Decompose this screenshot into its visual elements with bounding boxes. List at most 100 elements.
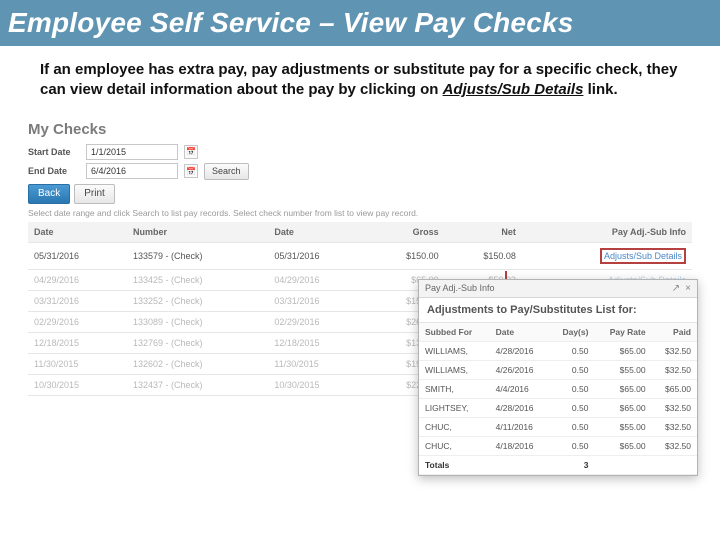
cell-date: 11/30/2015 — [28, 353, 127, 374]
cell-date: 04/29/2016 — [28, 269, 127, 290]
table-row: SMITH,4/4/20160.50$65.00$65.00 — [419, 379, 697, 398]
cell-number: 133425 - (Check) — [127, 269, 268, 290]
cell-date2: 05/31/2016 — [268, 242, 367, 269]
start-date-row: Start Date 📅 — [28, 144, 692, 160]
table-row: LIGHTSEY,4/28/20160.50$65.00$32.50 — [419, 398, 697, 417]
close-icon[interactable]: × — [685, 283, 691, 294]
cell-sub-date: 4/4/2016 — [490, 379, 549, 398]
table-row[interactable]: 05/31/2016133579 - (Check)05/31/2016$150… — [28, 242, 692, 269]
totals-label: Totals — [419, 455, 490, 474]
cell-paid: $32.50 — [652, 417, 697, 436]
substitutes-table: Subbed For Date Day(s) Pay Rate Paid WIL… — [419, 323, 697, 475]
cell-sub-date: 4/28/2016 — [490, 398, 549, 417]
cell-info: Adjusts/Sub Details — [522, 242, 692, 269]
popup-titlebar[interactable]: Pay Adj.-Sub Info ↗ × — [419, 280, 697, 298]
cell-rate: $65.00 — [594, 436, 651, 455]
cell-date2: 02/29/2016 — [268, 311, 367, 332]
col-number: Number — [127, 222, 268, 243]
totals-row: Totals 3 — [419, 455, 697, 474]
cell-paid: $32.50 — [652, 398, 697, 417]
table-row: WILLIAMS,4/28/20160.50$65.00$32.50 — [419, 341, 697, 360]
col-date2: Date — [268, 222, 367, 243]
col-rate: Pay Rate — [594, 323, 651, 342]
adjusts-sub-details-link[interactable]: Adjusts/Sub Details — [604, 251, 682, 261]
col-net: Net — [445, 222, 522, 243]
cell-sub-date: 4/11/2016 — [490, 417, 549, 436]
col-date: Date — [28, 222, 127, 243]
cell-number: 132769 - (Check) — [127, 332, 268, 353]
cell-number: 133579 - (Check) — [127, 242, 268, 269]
panel-heading: My Checks — [28, 121, 692, 138]
cell-date2: 11/30/2015 — [268, 353, 367, 374]
cell-sub-date: 4/18/2016 — [490, 436, 549, 455]
helper-text: Select date range and click Search to li… — [28, 208, 692, 218]
cell-rate: $55.00 — [594, 417, 651, 436]
cell-days: 0.50 — [549, 341, 594, 360]
cell-date: 12/18/2015 — [28, 332, 127, 353]
search-button[interactable]: Search — [204, 163, 249, 180]
calendar-icon[interactable]: 📅 — [184, 145, 198, 159]
start-date-label: Start Date — [28, 147, 80, 157]
cell-rate: $65.00 — [594, 398, 651, 417]
cell-days: 0.50 — [549, 417, 594, 436]
cell-subbed-for: CHUC, — [419, 417, 490, 436]
end-date-row: End Date 📅 Search — [28, 163, 692, 180]
cell-rate: $65.00 — [594, 341, 651, 360]
start-date-input[interactable] — [86, 144, 178, 160]
col-subbed-for: Subbed For — [419, 323, 490, 342]
cell-subbed-for: SMITH, — [419, 379, 490, 398]
col-sub-date: Date — [490, 323, 549, 342]
cell-subbed-for: WILLIAMS, — [419, 341, 490, 360]
cell-paid: $65.00 — [652, 379, 697, 398]
table-row: CHUC,4/18/20160.50$65.00$32.50 — [419, 436, 697, 455]
popup-subtitle: Adjustments to Pay/Substitutes List for: — [419, 298, 697, 323]
cell-number: 132437 - (Check) — [127, 374, 268, 395]
table-row: CHUC,4/11/20160.50$55.00$32.50 — [419, 417, 697, 436]
table-row: WILLIAMS,4/26/20160.50$55.00$32.50 — [419, 360, 697, 379]
cell-days: 0.50 — [549, 360, 594, 379]
pay-adj-sub-popup: Pay Adj.-Sub Info ↗ × Adjustments to Pay… — [418, 279, 698, 476]
cell-date: 03/31/2016 — [28, 290, 127, 311]
cell-date: 05/31/2016 — [28, 242, 127, 269]
col-info: Pay Adj.-Sub Info — [522, 222, 692, 243]
cell-date: 10/30/2015 — [28, 374, 127, 395]
end-date-input[interactable] — [86, 163, 178, 179]
print-button[interactable]: Print — [74, 184, 115, 204]
expand-icon[interactable]: ↗ — [672, 283, 680, 294]
desc-link-name: Adjusts/Sub Details — [443, 81, 584, 98]
cell-days: 0.50 — [549, 379, 594, 398]
page-title: Employee Self Service – View Pay Checks — [0, 0, 720, 46]
cell-rate: $65.00 — [594, 379, 651, 398]
end-date-label: End Date — [28, 166, 80, 176]
cell-subbed-for: WILLIAMS, — [419, 360, 490, 379]
back-button[interactable]: Back — [28, 184, 70, 204]
calendar-icon[interactable]: 📅 — [184, 164, 198, 178]
cell-rate: $55.00 — [594, 360, 651, 379]
col-paid: Paid — [652, 323, 697, 342]
cell-number: 132602 - (Check) — [127, 353, 268, 374]
cell-date2: 03/31/2016 — [268, 290, 367, 311]
cell-number: 133089 - (Check) — [127, 311, 268, 332]
cell-paid: $32.50 — [652, 341, 697, 360]
cell-date: 02/29/2016 — [28, 311, 127, 332]
cell-date2: 04/29/2016 — [268, 269, 367, 290]
cell-gross: $150.00 — [367, 242, 444, 269]
cell-days: 0.50 — [549, 398, 594, 417]
desc-text-after: link. — [588, 81, 618, 98]
cell-net: $150.08 — [445, 242, 522, 269]
cell-sub-date: 4/26/2016 — [490, 360, 549, 379]
cell-sub-date: 4/28/2016 — [490, 341, 549, 360]
cell-paid: $32.50 — [652, 360, 697, 379]
cell-number: 133252 - (Check) — [127, 290, 268, 311]
page-description: If an employee has extra pay, pay adjust… — [0, 46, 720, 111]
button-row: Back Print — [28, 184, 692, 204]
cell-subbed-for: LIGHTSEY, — [419, 398, 490, 417]
col-days: Day(s) — [549, 323, 594, 342]
cell-subbed-for: CHUC, — [419, 436, 490, 455]
my-checks-panel: My Checks Start Date 📅 End Date 📅 Search… — [28, 121, 692, 396]
col-gross: Gross — [367, 222, 444, 243]
cell-date2: 10/30/2015 — [268, 374, 367, 395]
cell-date2: 12/18/2015 — [268, 332, 367, 353]
cell-days: 0.50 — [549, 436, 594, 455]
totals-days: 3 — [549, 455, 594, 474]
